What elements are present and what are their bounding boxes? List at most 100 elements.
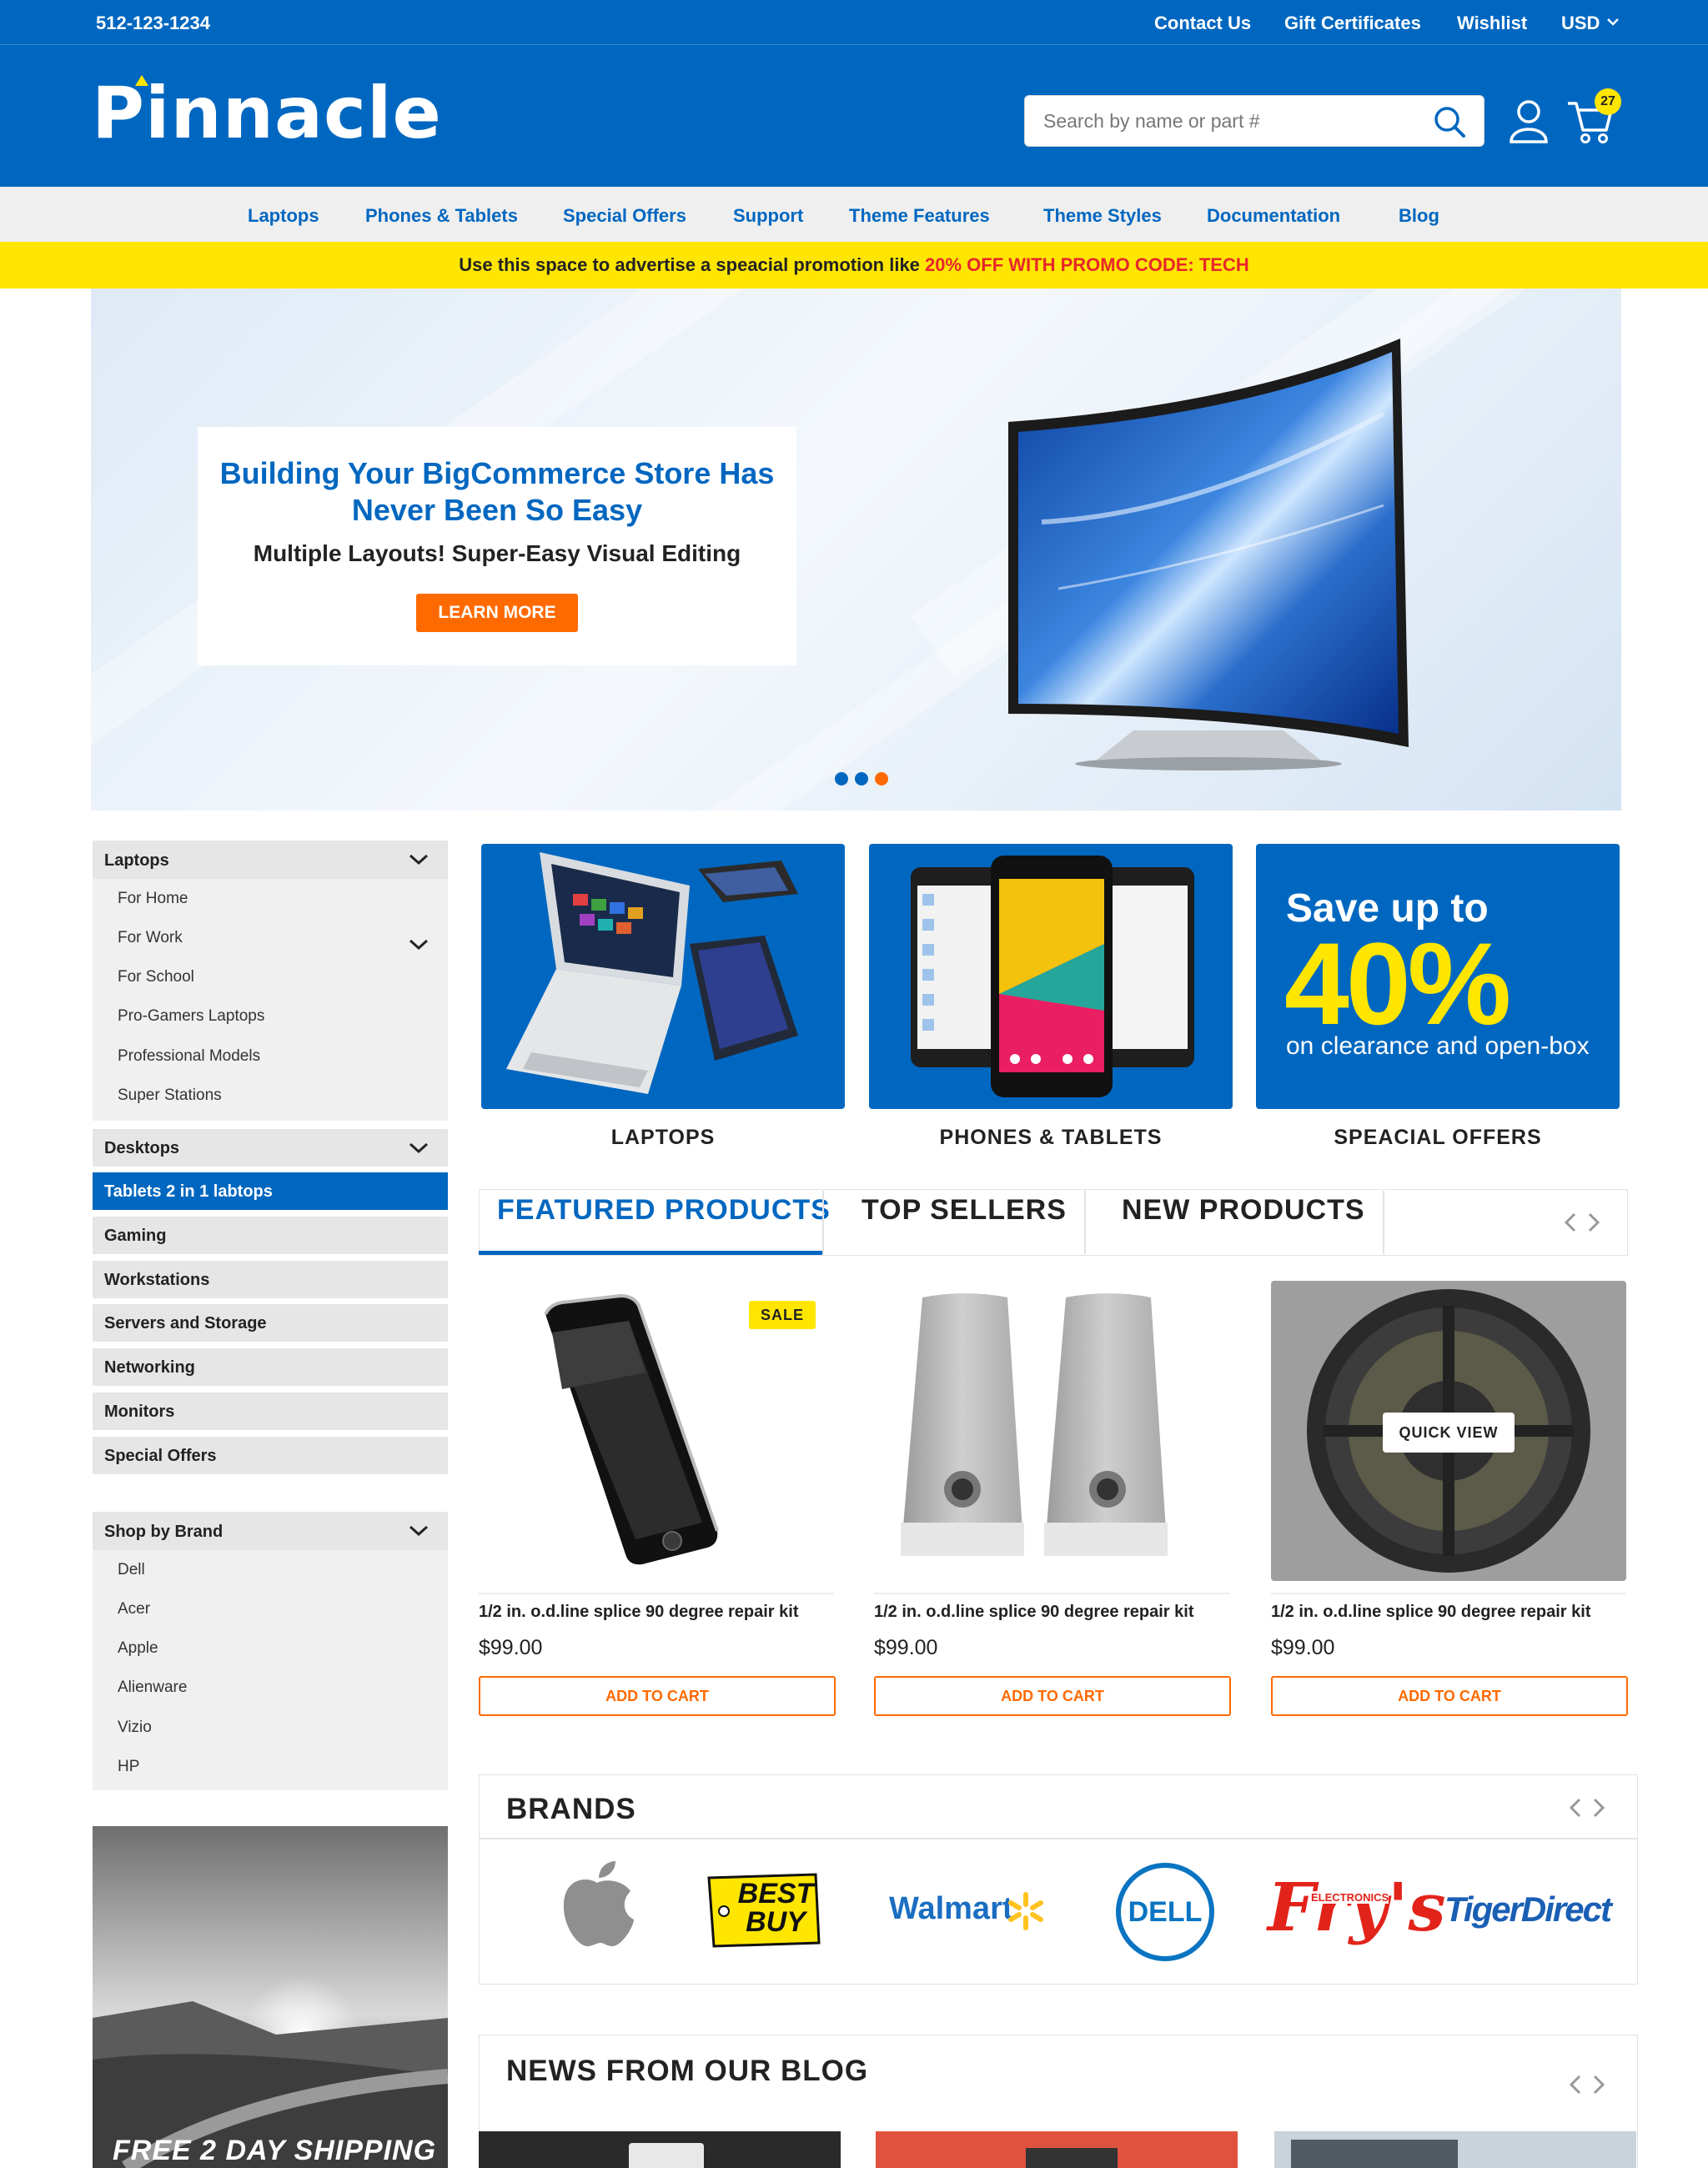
chevron-left-icon[interactable] (1569, 2075, 1581, 2095)
nav-blog[interactable]: Blog (1399, 205, 1439, 227)
chevron-right-icon[interactable] (1593, 2075, 1605, 2095)
sidebar-category-servers[interactable]: Servers and Storage (93, 1304, 448, 1342)
sidebar-item-professional[interactable]: Professional Models (118, 1047, 260, 1066)
sidebar-category-laptops[interactable]: Laptops (93, 841, 448, 879)
chevron-down-icon[interactable] (408, 852, 430, 867)
nav-special-offers[interactable]: Special Offers (563, 205, 686, 227)
frys-logo[interactable]: Fry's ELECTRONICS (1268, 1869, 1446, 1953)
carousel-arrows (1564, 1212, 1600, 1232)
hero-slider: Building Your BigCommerce Store Has Neve… (91, 289, 1621, 810)
nav-phones-tablets[interactable]: Phones & Tablets (365, 205, 518, 227)
phone-number[interactable]: 512-123-1234 (96, 13, 210, 34)
sidebar-brand-hp[interactable]: HP (118, 1758, 139, 1776)
tab-divider (1383, 1191, 1384, 1254)
chevron-right-icon[interactable] (1593, 1798, 1605, 1818)
sidebar-item-for-work[interactable]: For Work (118, 929, 183, 947)
sidebar-category-tablets[interactable]: Tablets 2 in 1 labtops (93, 1172, 448, 1210)
nav-documentation[interactable]: Documentation (1207, 205, 1340, 227)
dell-logo[interactable]: DELL (1116, 1863, 1214, 1961)
blog-post-image-2[interactable] (876, 2131, 1238, 2168)
sidebar-item-for-school[interactable]: For School (118, 968, 194, 986)
sidebar-item-pro-gamers[interactable]: Pro-Gamers Laptops (118, 1007, 264, 1026)
sidebar-category-networking[interactable]: Networking (93, 1348, 448, 1386)
product-name[interactable]: 1/2 in. o.d.line splice 90 degree repair… (874, 1603, 1194, 1622)
sidebar-category-label: Tablets 2 in 1 labtops (104, 1182, 273, 1201)
bestbuy-logo[interactable]: BEST BUY (706, 1873, 822, 1948)
search-icon[interactable] (1432, 104, 1467, 139)
product-price: $99.00 (1271, 1636, 1335, 1659)
tile-label-laptops[interactable]: LAPTOPS (481, 1126, 845, 1150)
sidebar-brand-alienware[interactable]: Alienware (118, 1679, 187, 1697)
nav-theme-styles[interactable]: Theme Styles (1043, 205, 1162, 227)
tigerdirect-logo[interactable]: TigerDirect (1444, 1889, 1612, 1930)
nav-laptops[interactable]: Laptops (248, 205, 319, 227)
offer-line-2: on clearance and open-box (1286, 1032, 1590, 1060)
chevron-down-icon[interactable] (1606, 18, 1620, 28)
tab-featured-products[interactable]: FEATURED PRODUCTS (497, 1194, 831, 1227)
tile-label-phones-tablets[interactable]: PHONES & TABLETS (869, 1126, 1233, 1150)
tab-new-products[interactable]: NEW PRODUCTS (1122, 1194, 1365, 1227)
sidebar-category-gaming[interactable]: Gaming (93, 1217, 448, 1254)
blog-post-image-1[interactable] (479, 2131, 841, 2168)
sidebar-item-for-home[interactable]: For Home (118, 890, 188, 908)
user-account-icon[interactable] (1508, 97, 1550, 145)
sidebar-category-desktops[interactable]: Desktops (93, 1129, 448, 1167)
slider-dot-1[interactable] (835, 772, 848, 785)
search-input[interactable] (1043, 106, 1410, 136)
sidebar-brand-dell[interactable]: Dell (118, 1561, 145, 1579)
contact-us-link[interactable]: Contact Us (1154, 13, 1251, 34)
nav-support[interactable]: Support (733, 205, 803, 227)
chevron-down-icon[interactable] (408, 1141, 430, 1156)
add-to-cart-button[interactable]: ADD TO CART (1271, 1676, 1628, 1716)
tab-top-sellers[interactable]: TOP SELLERS (862, 1194, 1067, 1227)
tile-laptops[interactable] (481, 844, 845, 1109)
tile-special-offers[interactable]: Save up to 40% on clearance and open-box (1256, 844, 1620, 1109)
product-name[interactable]: 1/2 in. o.d.line splice 90 degree repair… (479, 1603, 799, 1622)
sidebar-shop-by-brand[interactable]: Shop by Brand (93, 1512, 448, 1550)
product-divider (479, 1593, 834, 1594)
promo-text: Use this space to advertise a speacial p… (459, 254, 926, 275)
sidebar-item-super-stations[interactable]: Super Stations (118, 1087, 222, 1105)
brands-section (479, 1774, 1638, 1985)
tile-label-special-offers[interactable]: SPEACIAL OFFERS (1256, 1126, 1620, 1150)
sidebar-category-label: Workstations (104, 1271, 210, 1289)
tile-phones-tablets[interactable] (869, 844, 1233, 1109)
brands-title: BRANDS (506, 1793, 636, 1825)
product-image-speakers[interactable] (874, 1281, 1229, 1581)
gift-certificates-link[interactable]: Gift Certificates (1284, 13, 1421, 34)
walmart-logo[interactable]: Walmart (889, 1891, 1013, 1927)
chevron-down-icon[interactable] (408, 1523, 430, 1538)
blog-post-image-3[interactable] (1274, 2131, 1636, 2168)
chevron-down-icon[interactable] (408, 937, 430, 952)
sidebar-category-label: Monitors (104, 1403, 175, 1421)
chevron-left-icon[interactable] (1564, 1212, 1576, 1232)
brands-divider (479, 1838, 1638, 1839)
sidebar-category-workstations[interactable]: Workstations (93, 1261, 448, 1298)
sidebar-brand-vizio[interactable]: Vizio (118, 1719, 152, 1737)
slider-dot-3[interactable] (875, 772, 888, 785)
add-to-cart-button[interactable]: ADD TO CART (479, 1676, 836, 1716)
hero-title: Building Your BigCommerce Store Has Neve… (198, 455, 796, 529)
product-name[interactable]: 1/2 in. o.d.line splice 90 degree repair… (1271, 1603, 1591, 1622)
currency-selector[interactable]: USD (1561, 13, 1600, 34)
site-logo[interactable]: Pinnacle (92, 72, 442, 155)
sidebar-category-monitors[interactable]: Monitors (93, 1393, 448, 1430)
sidebar-brand-apple[interactable]: Apple (118, 1639, 158, 1658)
main-navigation: Laptops Phones & Tablets Special Offers … (0, 187, 1708, 242)
sidebar-category-special-offers[interactable]: Special Offers (93, 1437, 448, 1474)
sidebar-category-label: Laptops (104, 851, 169, 870)
chevron-right-icon[interactable] (1588, 1212, 1600, 1232)
quick-view-button[interactable]: QUICK VIEW (1383, 1413, 1515, 1453)
blog-image-detail (629, 2143, 704, 2168)
add-to-cart-button[interactable]: ADD TO CART (874, 1676, 1231, 1716)
nav-theme-features[interactable]: Theme Features (849, 205, 990, 227)
apple-logo-icon[interactable] (559, 1859, 635, 1950)
learn-more-button[interactable]: LEARN MORE (416, 594, 578, 632)
chevron-left-icon[interactable] (1569, 1798, 1581, 1818)
free-shipping-banner[interactable]: FREE 2 DAY SHIPPING (93, 1826, 448, 2168)
wishlist-link[interactable]: Wishlist (1457, 13, 1527, 34)
sidebar-brand-acer[interactable]: Acer (118, 1600, 150, 1618)
curved-monitor-image (1008, 339, 1409, 770)
slider-dot-2[interactable] (855, 772, 868, 785)
laptop-image (506, 852, 798, 1094)
